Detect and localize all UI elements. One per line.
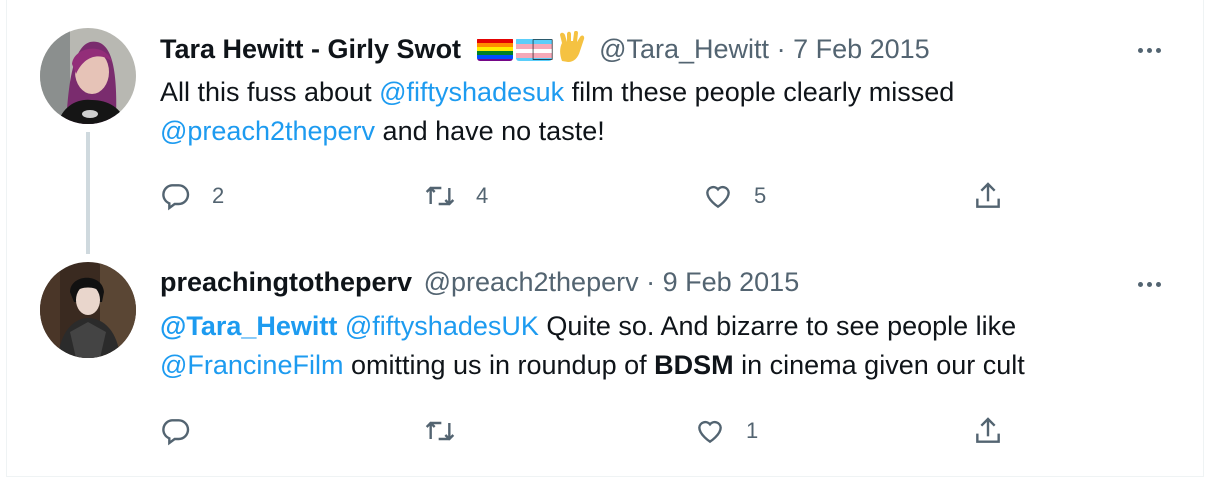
retweet-button[interactable]: 4 bbox=[424, 176, 488, 216]
avatar[interactable] bbox=[40, 28, 136, 124]
text-segment: film these people clearly missed bbox=[564, 77, 955, 107]
reply-button[interactable] bbox=[160, 411, 212, 451]
text-segment: omitting us in roundup of bbox=[343, 350, 655, 380]
share-icon bbox=[976, 182, 1000, 208]
like-count: 5 bbox=[754, 183, 767, 208]
like-button[interactable]: 5 bbox=[702, 176, 766, 216]
text-segment: All this fuss about bbox=[160, 77, 380, 107]
separator-dot: · bbox=[769, 34, 794, 64]
retweet-count: 4 bbox=[476, 183, 489, 208]
text-bold-segment: BDSM bbox=[654, 350, 734, 380]
retweet-button[interactable] bbox=[424, 411, 476, 451]
share-icon bbox=[976, 417, 1000, 443]
mention-fiftyshadesUK[interactable]: @fiftyshadesUK bbox=[345, 311, 539, 341]
more-icon[interactable] bbox=[1136, 274, 1172, 294]
like-count: 1 bbox=[746, 418, 759, 443]
mention-fiftyshadesuk[interactable]: @fiftyshadesuk bbox=[379, 77, 564, 107]
tweet-date[interactable]: 9 Feb 2015 bbox=[663, 267, 800, 297]
tweet-text: All this fuss about @fiftyshadesuk film … bbox=[160, 73, 1160, 151]
retweet-icon bbox=[425, 186, 455, 206]
share-button[interactable] bbox=[972, 411, 1004, 451]
user-handle[interactable]: @Tara_Hewitt bbox=[599, 34, 769, 64]
text-segment: and have no taste! bbox=[375, 116, 605, 146]
mention-preach2theperv[interactable]: @preach2theperv bbox=[160, 116, 375, 146]
tweet-header: Tara Hewitt - Girly Swot ⃞ @Tara_Hewitt … bbox=[160, 30, 930, 71]
action-bar: 2 4 5 bbox=[160, 176, 1040, 216]
mention-tara-hewitt[interactable]: @Tara_Hewitt bbox=[160, 311, 337, 341]
like-button[interactable]: 1 bbox=[694, 411, 758, 451]
display-name[interactable]: preachingtotheperv bbox=[160, 267, 412, 297]
separator-dot: · bbox=[638, 267, 663, 297]
timeline-frame bbox=[6, 0, 1204, 477]
vulcan-salute-icon bbox=[556, 30, 586, 71]
share-button[interactable] bbox=[972, 176, 1004, 216]
retweet-icon bbox=[425, 421, 455, 441]
reply-icon bbox=[162, 419, 190, 446]
like-icon bbox=[698, 420, 722, 444]
reply-button[interactable]: 2 bbox=[160, 176, 224, 216]
reply-count: 2 bbox=[212, 183, 225, 208]
user-handle[interactable]: @preach2theperv bbox=[424, 267, 639, 297]
text-segment bbox=[337, 311, 345, 341]
thread-connector-line bbox=[86, 132, 90, 254]
reply-icon bbox=[162, 184, 190, 211]
mention-francinefilm[interactable]: @FrancineFilm bbox=[160, 350, 343, 380]
tweet-header: preachingtotheperv @preach2theperv · 9 F… bbox=[160, 265, 799, 299]
tweet-text: @Tara_Hewitt @fiftyshadesUK Quite so. An… bbox=[160, 307, 1160, 385]
trans-flag-icon bbox=[515, 37, 552, 61]
avatar[interactable] bbox=[40, 262, 136, 358]
display-name[interactable]: Tara Hewitt - Girly Swot bbox=[160, 34, 461, 64]
like-icon bbox=[706, 185, 730, 209]
text-segment: in cinema given our cult bbox=[733, 350, 1025, 380]
more-icon[interactable] bbox=[1136, 40, 1172, 60]
pride-flag-icon bbox=[476, 37, 513, 61]
text-segment: Quite so. And bizarre to see people like bbox=[538, 311, 1017, 341]
tweet-date[interactable]: 7 Feb 2015 bbox=[793, 34, 930, 64]
action-bar: 1 bbox=[160, 411, 1040, 451]
